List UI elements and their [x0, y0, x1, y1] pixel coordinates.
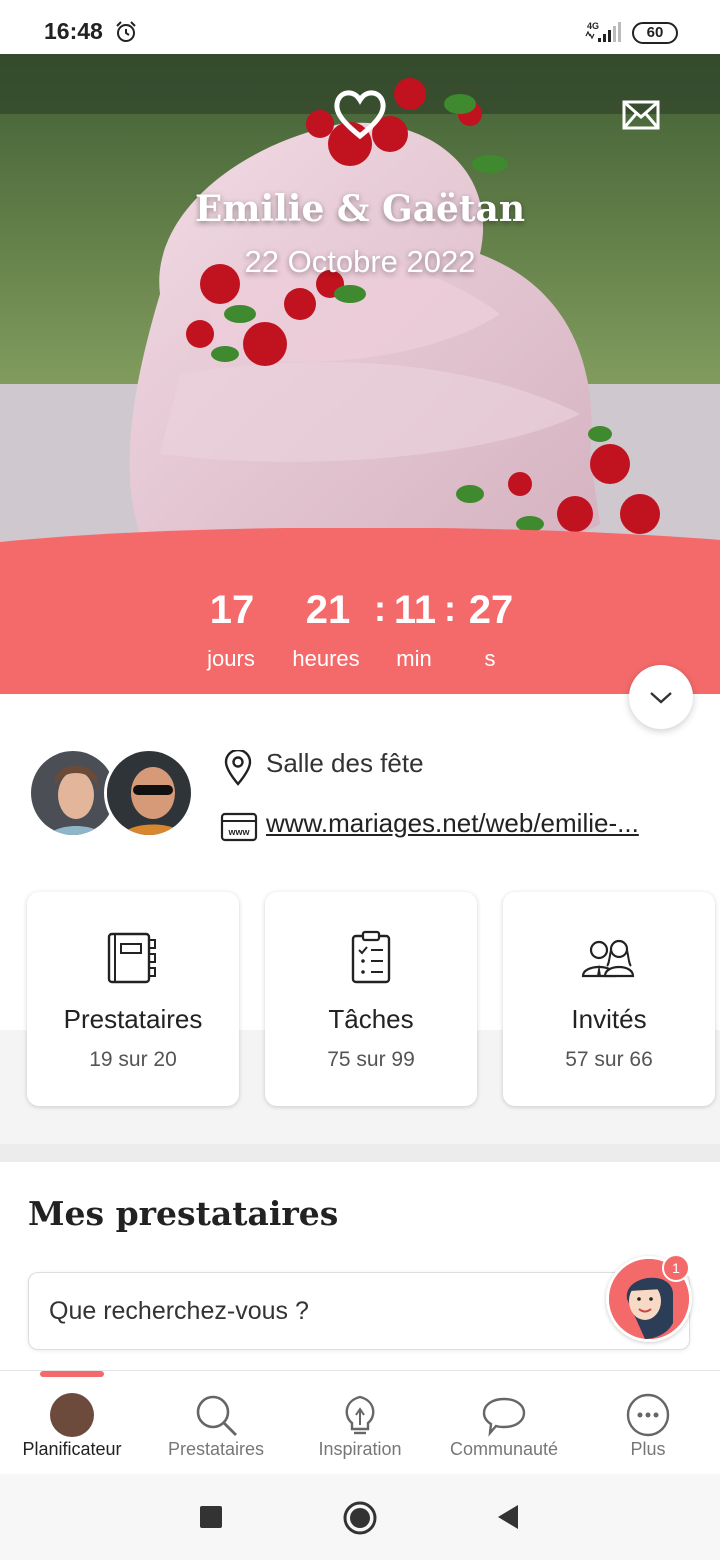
system-navigation-bar: [0, 1474, 720, 1560]
avatar: [50, 1393, 94, 1437]
bottom-navigation: Planificateur Prestataires Inspiration C…: [0, 1370, 720, 1474]
notification-badge: 1: [662, 1254, 690, 1282]
more-icon: [626, 1393, 670, 1437]
card-prestataires[interactable]: Prestataires 19 sur 20: [27, 892, 239, 1106]
home-icon[interactable]: [342, 1500, 378, 1536]
heart-logo-icon[interactable]: [332, 88, 388, 140]
wedding-date: 22 Octobre 2022: [244, 244, 476, 279]
card-count: 75 sur 99: [327, 1048, 415, 1071]
search-input[interactable]: Que recherchez-vous ?: [28, 1272, 690, 1350]
card-count: 57 sur 66: [565, 1048, 653, 1071]
section-title: Mes prestataires: [28, 1194, 339, 1233]
status-time: 16:48: [44, 18, 103, 44]
network-type: 4G: [587, 21, 599, 31]
website-link[interactable]: www.mariages.net/web/emilie-...: [266, 808, 686, 839]
nav-item-communaute[interactable]: Communauté: [432, 1389, 576, 1469]
countdown-days-label: jours: [207, 646, 255, 671]
nav-label: Prestataires: [167, 1439, 265, 1459]
mail-icon[interactable]: [622, 100, 660, 130]
card-taches[interactable]: Tâches 75 sur 99: [265, 892, 477, 1106]
battery-indicator: 60: [632, 22, 678, 44]
browser-window-icon: www: [220, 812, 258, 842]
nav-label: Communauté: [449, 1439, 559, 1459]
card-count: 19 sur 20: [89, 1048, 177, 1071]
nav-label: Plus: [630, 1439, 666, 1459]
avatar-groom[interactable]: [104, 748, 194, 838]
nav-label: Inspiration: [318, 1439, 402, 1459]
back-icon[interactable]: [496, 1504, 520, 1530]
search-icon: [196, 1395, 237, 1436]
www-text: www: [227, 827, 250, 837]
nav-label: Planificateur: [22, 1439, 122, 1459]
chevron-down-icon: [650, 692, 672, 704]
nav-item-planificateur[interactable]: Planificateur: [0, 1389, 144, 1469]
nav-item-inspiration[interactable]: Inspiration: [288, 1389, 432, 1469]
countdown-seconds: 27: [468, 588, 514, 632]
section-divider: [0, 1144, 720, 1162]
lightbulb-icon: [345, 1395, 375, 1435]
chat-bubble-icon: [482, 1397, 526, 1437]
expand-button[interactable]: [629, 665, 693, 729]
nav-item-prestataires[interactable]: Prestataires: [144, 1389, 288, 1469]
location-text: Salle des fête: [266, 748, 424, 778]
nav-item-plus[interactable]: Plus: [576, 1389, 720, 1469]
signal-icon: 4G: [585, 21, 621, 42]
card-title: Prestataires: [63, 1004, 203, 1034]
guests-icon: [581, 939, 635, 978]
card-title: Tâches: [328, 1004, 414, 1034]
checklist-icon: [351, 930, 391, 984]
countdown-hours-label: heures: [292, 646, 360, 671]
location-pin-icon: [224, 750, 252, 786]
countdown-hours: 21: [305, 588, 351, 632]
card-title: Invités: [571, 1004, 647, 1034]
card-invites[interactable]: Invités 57 sur 66: [503, 892, 715, 1106]
countdown-seconds-label: s: [484, 646, 496, 671]
couple-names: Emilie & Gaëtan: [194, 188, 526, 230]
notebook-icon: [107, 932, 156, 984]
countdown-days: 17: [209, 588, 255, 632]
recent-apps-icon[interactable]: [200, 1506, 222, 1528]
active-tab-indicator: [40, 1371, 104, 1377]
status-bar: 16:48 4G 60: [0, 0, 720, 54]
alarm-icon: [116, 21, 136, 42]
